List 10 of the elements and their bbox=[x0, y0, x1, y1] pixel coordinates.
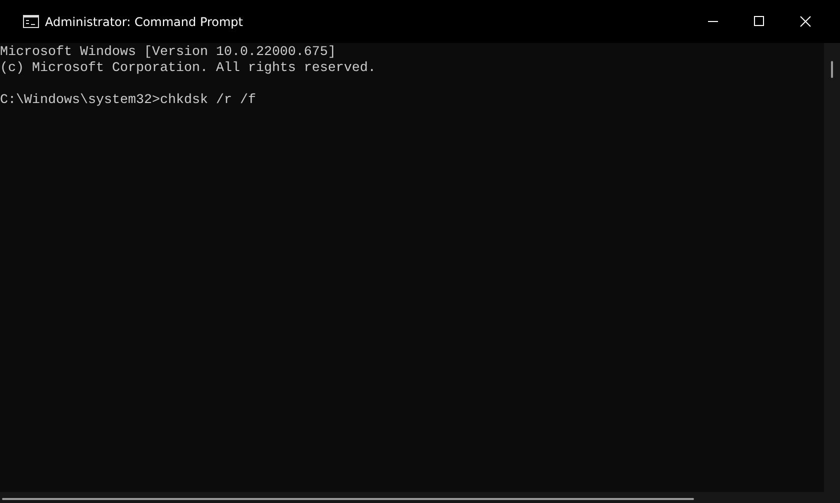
close-icon bbox=[800, 16, 810, 27]
console-app-icon bbox=[23, 15, 39, 28]
prompt-path: C:\Windows\system32> bbox=[0, 93, 160, 108]
command-text: chkdsk /r /f bbox=[160, 93, 256, 108]
maximize-icon bbox=[754, 16, 764, 27]
horizontal-scrollbar[interactable] bbox=[0, 492, 840, 503]
window-title: Administrator: Command Prompt bbox=[45, 14, 244, 28]
console-output-line: Microsoft Windows [Version 10.0.22000.675] bbox=[0, 45, 337, 61]
vertical-scrollbar[interactable] bbox=[824, 43, 840, 492]
console-output-line: (c) Microsoft Corporation. All rights reserved. bbox=[0, 61, 377, 77]
